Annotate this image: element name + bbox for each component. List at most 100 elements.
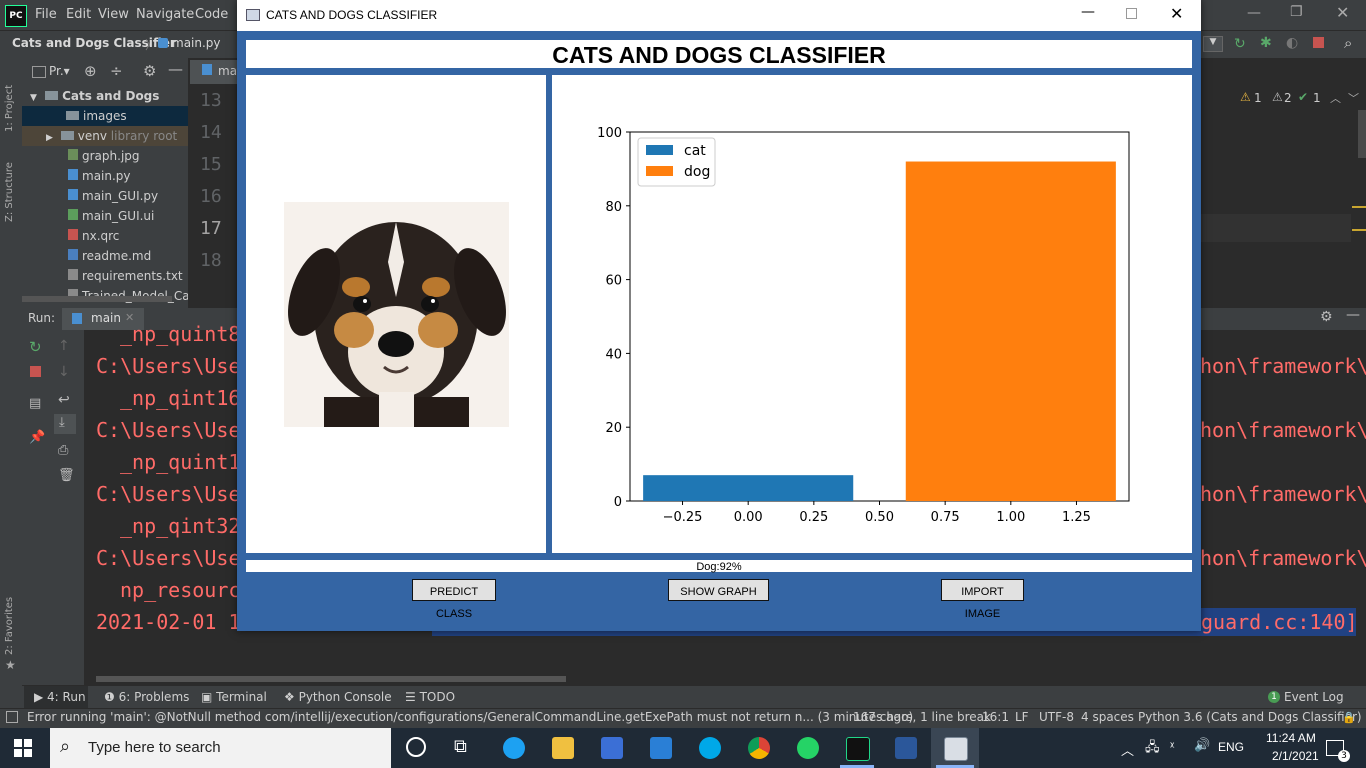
stop-icon[interactable] [1313,37,1324,48]
typo-ok-icon[interactable]: ✔ [1298,90,1308,104]
ide-minimize-icon[interactable]: — [1247,5,1261,21]
tab-python-console[interactable]: ❖ Python Console [284,690,392,704]
pycharm-taskbar-icon[interactable] [846,737,870,761]
tab-todo[interactable]: ☰ TODO [405,690,455,704]
locate-icon[interactable]: ⊕ [84,62,97,80]
rerun-icon[interactable]: ↻ [29,338,42,356]
run-hide-icon[interactable]: — [1346,307,1360,323]
pin-icon[interactable]: 📌 [29,430,45,445]
console-scrollbar[interactable] [96,676,566,682]
status-indent[interactable]: 4 spaces [1081,710,1134,724]
editor-scrollbar[interactable] [1358,110,1366,158]
tab-label: TODO [419,690,456,704]
word-icon[interactable] [895,737,917,759]
side-tab-favorites[interactable]: 2: Favorites [4,597,15,655]
editor-tab[interactable]: ma [190,60,238,84]
chrome-icon[interactable] [748,737,770,759]
soft-wrap-icon[interactable]: ↩ [58,392,70,408]
skype-icon[interactable] [699,737,721,759]
lock-icon[interactable]: 🔒 [1342,711,1356,724]
tree-item-file[interactable]: main_GUI.py [22,186,188,206]
edge-icon[interactable] [503,737,525,759]
predict-class-button[interactable]: PREDICT CLASS [412,579,496,620]
coverage-icon[interactable]: ◐ [1286,35,1298,51]
file-explorer-icon[interactable] [552,737,574,759]
store-icon[interactable] [601,737,623,759]
tree-item-file[interactable]: readme.md [22,246,188,266]
y-tick-label: 60 [605,274,622,289]
run-config-dropdown-icon[interactable]: ▼ [1203,36,1223,52]
show-graph-button[interactable]: SHOW GRAPH [668,579,769,601]
windows-start-icon[interactable] [14,739,32,757]
up-arrow-icon[interactable]: ↑ [58,338,70,354]
tray-chevron-up-icon[interactable]: ︿ [1121,740,1134,759]
scroll-to-end-button[interactable]: ⤓ [54,414,76,434]
clock-time[interactable]: 11:24 AM [1266,731,1316,745]
search-everywhere-icon[interactable]: ⌕ [1344,34,1352,52]
tree-item-file[interactable]: nx.qrc [22,226,188,246]
start-tile [14,749,22,757]
down-arrow-icon[interactable]: ↓ [58,364,70,380]
tab-event-log[interactable]: Event Log [1284,690,1344,704]
ide-maximize-icon[interactable]: ❐ [1290,4,1303,20]
rerun-icon[interactable]: ↻ [1234,36,1246,52]
tree-item-file[interactable]: graph.jpg [22,146,188,166]
menu-navigate[interactable]: Navigate [136,7,194,22]
tab-run[interactable]: ▶ 4: Run [34,690,86,704]
menu-edit[interactable]: Edit [66,7,91,22]
tree-item-file[interactable]: main_GUI.ui [22,206,188,226]
tree-item-file[interactable]: main.py [22,166,188,186]
layout-icon[interactable]: ▤ [29,396,41,411]
whatsapp-icon[interactable] [797,737,819,759]
breadcrumb-file[interactable]: main.py [172,36,221,50]
ide-close-icon[interactable]: ✕ [1336,3,1349,22]
task-view-icon[interactable]: ⧉ [454,736,467,757]
print-icon[interactable]: ⎙ [58,443,68,458]
side-tab-structure[interactable]: Z: Structure [4,162,15,222]
tab-terminal[interactable]: ▣ Terminal [201,690,267,704]
status-toggle-icon[interactable] [6,711,18,723]
chevron-up-icon[interactable]: ︿ [1330,90,1341,106]
tree-item-venv[interactable]: ▶ venv library root [22,126,188,146]
trash-icon[interactable]: 🗑 [58,468,75,483]
settings-gear-icon[interactable]: ⚙ [143,62,156,80]
language-indicator[interactable]: ENG [1218,740,1244,754]
collapse-all-icon[interactable]: ÷ [110,62,123,80]
menu-code[interactable]: Code [195,7,228,22]
status-interpreter[interactable]: Python 3.6 (Cats and Dogs Classifier) [1138,710,1362,724]
mail-icon[interactable] [650,737,672,759]
app-window-taskbar-icon[interactable] [944,737,968,761]
project-view-dropdown[interactable]: Pr.▾ [49,64,70,78]
hide-pane-icon[interactable]: — [168,60,183,78]
cortana-icon[interactable] [406,737,426,757]
status-encoding[interactable]: UTF-8 [1039,710,1074,724]
status-position[interactable]: 16:1 [982,710,1009,724]
menu-view[interactable]: View [98,7,129,22]
debug-icon[interactable]: ✱ [1260,35,1272,51]
side-tab-project[interactable]: 1: Project [4,85,15,132]
clock-date[interactable]: 2/1/2021 [1272,749,1319,763]
taskbar-search-box[interactable]: ⌕ Type here to search [50,728,391,768]
warning-icon[interactable]: ⚠ [1240,90,1251,104]
tree-item-file[interactable]: requirements.txt [22,266,188,286]
tree-item-images[interactable]: images [22,106,188,126]
ime-icon[interactable]: ᵡ [1170,739,1174,753]
horizontal-scrollbar[interactable] [22,296,172,302]
weak-warning-icon[interactable]: ⚠ [1272,90,1283,104]
tab-problems[interactable]: ❶ 6: Problems [104,690,189,704]
stop-icon[interactable] [30,366,41,377]
import-image-button[interactable]: IMPORT IMAGE [941,579,1024,620]
close-icon[interactable]: ✕ [1170,4,1183,23]
app-titlebar[interactable]: CATS AND DOGS CLASSIFIER — ✕ [237,0,1201,31]
network-icon[interactable]: 🖧 [1145,738,1160,760]
x-tick-label: −0.25 [663,510,703,525]
menu-file[interactable]: File [35,7,57,22]
chevron-down-icon[interactable]: ﹀ [1348,90,1359,106]
minimize-icon[interactable]: — [1081,4,1095,20]
tree-item-root[interactable]: ▼ Cats and Dogs Classifie [22,86,188,125]
status-line-separator[interactable]: LF [1015,710,1029,724]
status-message[interactable]: Error running 'main': @NotNull method co… [27,710,913,724]
run-settings-gear-icon[interactable]: ⚙ [1320,309,1333,325]
volume-icon[interactable]: 🔊 [1194,738,1210,753]
maximize-icon[interactable] [1126,8,1137,19]
